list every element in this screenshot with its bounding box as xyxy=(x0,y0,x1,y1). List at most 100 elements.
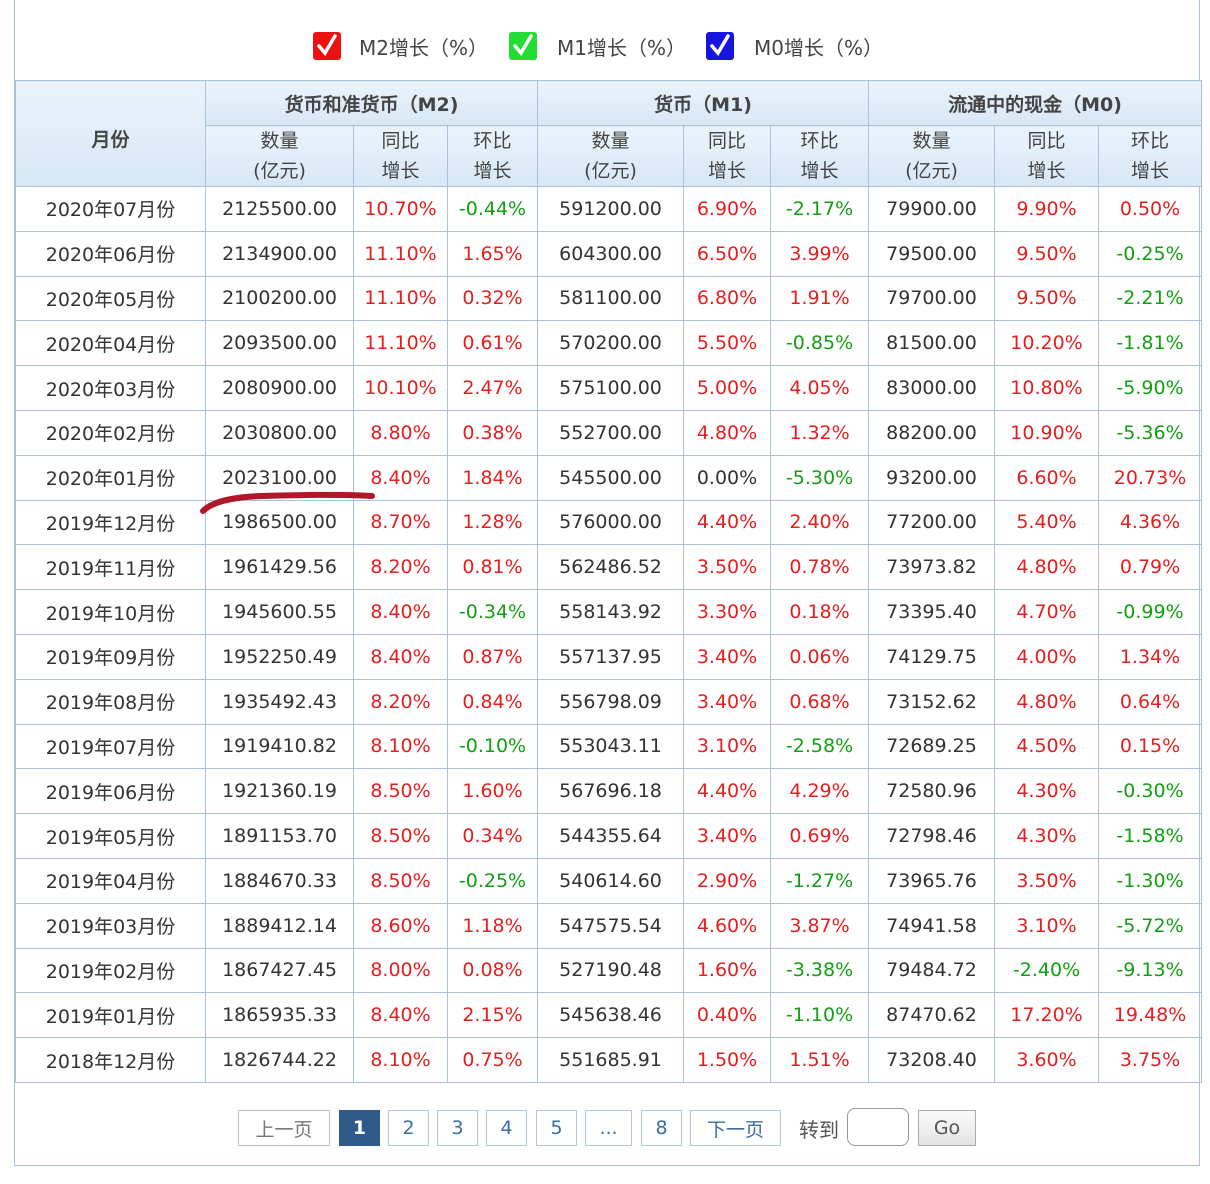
m1-yoy-cell: 6.80% xyxy=(683,275,772,322)
m2-yoy-cell: 8.40% xyxy=(353,633,448,680)
m2-mom-cell: 0.32% xyxy=(446,275,539,322)
m1-mom-cell: 0.68% xyxy=(770,678,870,725)
m2-yoy-cell: 8.80% xyxy=(353,409,448,456)
mom-column-header: 环比 增长 xyxy=(1098,125,1203,187)
m0-mom-cell: -5.36% xyxy=(1098,409,1203,456)
m1-mom-cell: 0.06% xyxy=(770,633,870,680)
month-column-header: 月份 xyxy=(15,80,206,187)
page-button-5[interactable]: 5 xyxy=(536,1110,577,1146)
legend-item-m1[interactable]: M1增长（%） xyxy=(509,30,686,62)
table-row: 2020年03月份 2080900.00 10.10% 2.47% 575100.00 5… xyxy=(15,365,1203,411)
next-page-button[interactable]: 下一页 xyxy=(690,1110,781,1146)
m1-mom-cell: 3.87% xyxy=(770,902,870,949)
m1-yoy-cell: 0.00% xyxy=(683,454,772,501)
m2-yoy-cell: 11.10% xyxy=(353,320,448,367)
m0-mom-cell: -0.25% xyxy=(1098,230,1203,277)
m2-mom-cell: -0.10% xyxy=(446,723,539,770)
m0-mom-cell: 20.73% xyxy=(1098,454,1203,501)
m2-mom-cell: 1.28% xyxy=(446,499,539,546)
page-button-3[interactable]: 3 xyxy=(437,1110,478,1146)
m0-mom-cell: -1.58% xyxy=(1098,813,1203,859)
checkbox-checked-icon[interactable] xyxy=(509,32,537,60)
m0-yoy-cell: 4.30% xyxy=(994,768,1100,815)
m1-yoy-cell: 0.40% xyxy=(683,992,772,1039)
m0-quantity-cell: 83000.00 xyxy=(868,365,996,411)
m1-quantity-cell: 581100.00 xyxy=(537,275,685,322)
m1-quantity-cell: 570200.00 xyxy=(537,320,685,367)
m0-mom-cell: -1.30% xyxy=(1098,857,1203,904)
m1-mom-cell: 3.99% xyxy=(770,230,870,277)
page-button-4[interactable]: 4 xyxy=(486,1110,527,1146)
table-row: 2020年02月份 2030800.00 8.80% 0.38% 552700.00 4.… xyxy=(15,409,1203,456)
legend-item-m0[interactable]: M0增长（%） xyxy=(706,30,883,62)
page-button-1[interactable]: 1 xyxy=(339,1110,380,1146)
quantity-column-header: 数量 (亿元) xyxy=(537,125,685,187)
month-cell: 2019年02月份 xyxy=(15,947,206,994)
m1-yoy-cell: 3.50% xyxy=(683,544,772,591)
m2-mom-cell: 1.18% xyxy=(446,902,539,949)
checkbox-checked-icon[interactable] xyxy=(706,32,734,60)
m1-quantity-cell: 540614.60 xyxy=(537,857,685,904)
page-button-8[interactable]: 8 xyxy=(641,1110,682,1146)
m1-yoy-cell: 5.00% xyxy=(683,365,772,411)
m0-yoy-cell: 9.90% xyxy=(994,186,1100,232)
month-cell: 2019年11月份 xyxy=(15,544,206,591)
prev-page-button[interactable]: 上一页 xyxy=(238,1110,330,1146)
m0-mom-cell: -2.21% xyxy=(1098,275,1203,322)
m0-yoy-cell: 6.60% xyxy=(994,454,1100,501)
m2-quantity-cell: 1891153.70 xyxy=(205,813,354,859)
table-row: 2018年12月份 1826744.22 8.10% 0.75% 551685.91 1.… xyxy=(15,1037,1203,1083)
page-button-2[interactable]: 2 xyxy=(388,1110,429,1146)
m1-quantity-cell: 557137.95 xyxy=(537,633,685,680)
m0-quantity-cell: 73973.82 xyxy=(868,544,996,591)
goto-page-input[interactable] xyxy=(847,1108,909,1146)
m2-quantity-cell: 2125500.00 xyxy=(205,186,354,232)
m1-yoy-cell: 3.40% xyxy=(683,633,772,680)
m2-yoy-cell: 8.70% xyxy=(353,499,448,546)
table-row: 2020年04月份 2093500.00 11.10% 0.61% 570200.00 5… xyxy=(15,320,1203,367)
m1-yoy-cell: 4.40% xyxy=(683,768,772,815)
quantity-column-header: 数量 (亿元) xyxy=(205,125,354,187)
legend-label: M1增长（%） xyxy=(557,35,686,60)
m0-yoy-cell: 4.80% xyxy=(994,678,1100,725)
month-cell: 2019年08月份 xyxy=(15,678,206,725)
m0-quantity-cell: 81500.00 xyxy=(868,320,996,367)
m2-mom-cell: 0.87% xyxy=(446,633,539,680)
m0-quantity-cell: 73208.40 xyxy=(868,1037,996,1083)
m2-yoy-cell: 10.10% xyxy=(353,365,448,411)
yoy-column-header: 同比 增长 xyxy=(683,125,772,187)
m2-yoy-cell: 8.00% xyxy=(353,947,448,994)
m2-mom-cell: -0.25% xyxy=(446,857,539,904)
m2-quantity-cell: 1919410.82 xyxy=(205,723,354,770)
m2-quantity-cell: 2023100.00 xyxy=(205,454,354,501)
m0-mom-cell: 0.50% xyxy=(1098,186,1203,232)
checkbox-checked-icon[interactable] xyxy=(313,32,341,60)
m1-mom-cell: -2.58% xyxy=(770,723,870,770)
m0-quantity-cell: 72689.25 xyxy=(868,723,996,770)
m0-quantity-cell: 79900.00 xyxy=(868,186,996,232)
table-row: 2019年10月份 1945600.55 8.40% -0.34% 558143.92 3… xyxy=(15,589,1203,635)
m1-yoy-cell: 3.30% xyxy=(683,589,772,635)
month-cell: 2020年01月份 xyxy=(15,454,206,501)
m2-quantity-cell: 1945600.55 xyxy=(205,589,354,635)
m1-mom-cell: 0.69% xyxy=(770,813,870,859)
m0-yoy-cell: 10.80% xyxy=(994,365,1100,411)
m1-mom-cell: -3.38% xyxy=(770,947,870,994)
legend-label: M2增长（%） xyxy=(359,35,488,60)
m0-yoy-cell: 3.50% xyxy=(994,857,1100,904)
month-cell: 2019年01月份 xyxy=(15,992,206,1039)
m2-mom-cell: 0.34% xyxy=(446,813,539,859)
m1-mom-cell: -0.85% xyxy=(770,320,870,367)
table-row: 2020年01月份 2023100.00 8.40% 1.84% 545500.00 0.… xyxy=(15,454,1203,501)
table-row: 2019年01月份 1865935.33 8.40% 2.15% 545638.46 0.… xyxy=(15,992,1203,1039)
legend-item-m2[interactable]: M2增长（%） xyxy=(313,30,488,62)
m1-quantity-cell: 544355.64 xyxy=(537,813,685,859)
go-button[interactable]: Go xyxy=(918,1110,976,1146)
m0-quantity-cell: 79700.00 xyxy=(868,275,996,322)
m2-quantity-cell: 1889412.14 xyxy=(205,902,354,949)
m1-quantity-cell: 551685.91 xyxy=(537,1037,685,1083)
month-cell: 2020年04月份 xyxy=(15,320,206,367)
m1-mom-cell: 1.91% xyxy=(770,275,870,322)
m1-yoy-cell: 3.40% xyxy=(683,813,772,859)
m1-quantity-cell: 527190.48 xyxy=(537,947,685,994)
